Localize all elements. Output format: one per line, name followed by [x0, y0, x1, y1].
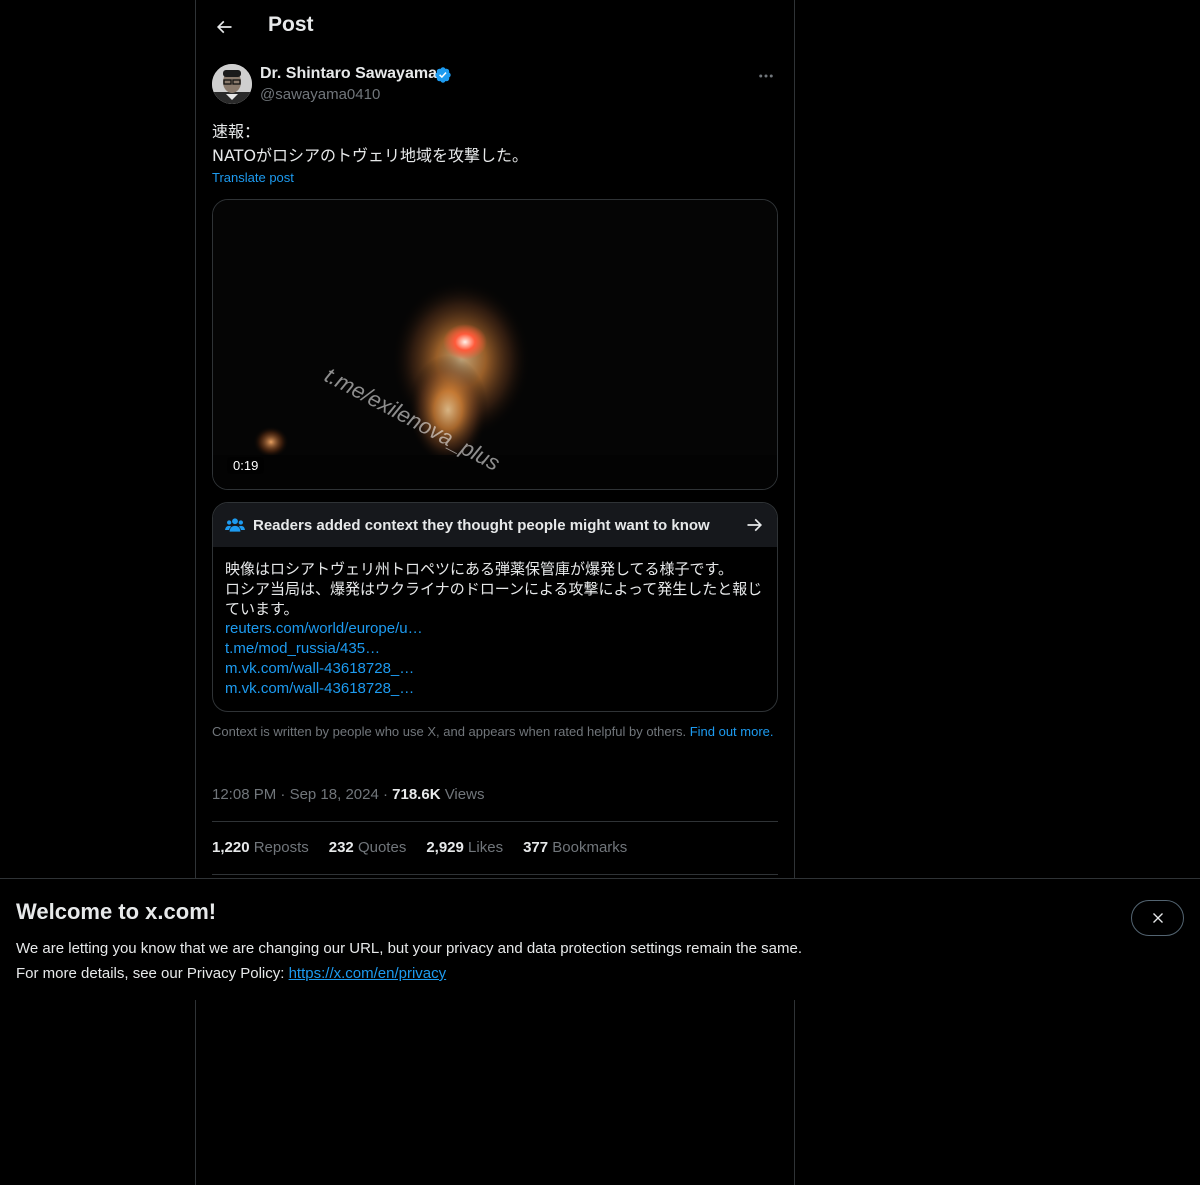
- author-handle[interactable]: @sawayama0410: [260, 86, 380, 103]
- main-column: Post Dr. Shintaro Sawayama @sawayama0410: [195, 0, 795, 1185]
- post-text-line: NATOがロシアのトヴェリ地域を攻撃した。: [212, 146, 529, 165]
- reposts-stat[interactable]: 1,220 Reposts: [212, 839, 309, 856]
- stat-count: 232: [328, 839, 354, 856]
- more-icon: [759, 74, 773, 78]
- verified-badge-icon: [435, 67, 451, 83]
- arrow-left-icon: [216, 20, 232, 34]
- source-link[interactable]: t.me/mod_russia/435…: [225, 639, 767, 659]
- quotes-stat[interactable]: 232 Quotes: [329, 839, 407, 856]
- community-note-footer: Context is written by people who use X, …: [212, 724, 778, 740]
- divider: [212, 874, 778, 875]
- top-bar: Post: [196, 0, 794, 54]
- author-name[interactable]: Dr. Shintaro Sawayama: [260, 65, 437, 83]
- community-note-text: 映像はロシアトヴェリ州トロペツにある弾薬保管庫が爆発してる様子です。: [225, 560, 734, 578]
- community-note-header[interactable]: Readers added context they thought peopl…: [213, 503, 777, 547]
- community-note-footer-text: Context is written by people who use X, …: [212, 724, 687, 739]
- translate-post-link[interactable]: Translate post: [212, 170, 294, 185]
- stat-label: Reposts: [253, 839, 309, 856]
- post-meta: 12:08 PM · Sep 18, 2024 · 718.6K Views: [212, 786, 484, 803]
- arrow-right-icon: [747, 518, 763, 532]
- stat-count: 377: [523, 839, 549, 856]
- stat-count: 1,220: [212, 839, 250, 856]
- welcome-banner: Welcome to x.com! We are letting you kno…: [0, 878, 1200, 1000]
- post-date[interactable]: Sep 18, 2024: [290, 786, 379, 803]
- source-link[interactable]: m.vk.com/wall-43618728_…: [225, 659, 767, 679]
- community-note-body: 映像はロシアトヴェリ州トロペツにある弾薬保管庫が爆発してる様子です。 ロシア当局…: [225, 559, 767, 699]
- stat-label: Quotes: [357, 839, 407, 856]
- banner-line-prefix: For more details, see our Privacy Policy…: [16, 965, 289, 982]
- more-options-button[interactable]: [754, 64, 778, 88]
- community-note: Readers added context they thought peopl…: [212, 502, 778, 712]
- video-frame: t.me/exilenova_plus: [213, 200, 777, 489]
- page-title: Post: [268, 13, 314, 36]
- post-time[interactable]: 12:08 PM: [212, 786, 276, 803]
- views-label: Views: [444, 786, 485, 803]
- source-link[interactable]: m.vk.com/wall-43618728_…: [225, 679, 767, 699]
- privacy-policy-link[interactable]: https://x.com/en/privacy: [289, 965, 447, 982]
- post-author: Dr. Shintaro Sawayama @sawayama0410: [212, 64, 778, 108]
- banner-close-button[interactable]: [1131, 900, 1184, 936]
- source-link[interactable]: reuters.com/world/europe/u…: [225, 619, 767, 639]
- avatar[interactable]: [212, 64, 252, 104]
- people-icon: [225, 518, 245, 532]
- stat-label: Bookmarks: [552, 839, 628, 856]
- find-out-more-link[interactable]: Find out more.: [690, 724, 774, 739]
- post-text: 速報： NATOがロシアのトヴェリ地域を攻撃した。: [212, 120, 778, 168]
- community-note-title: Readers added context they thought peopl…: [253, 517, 710, 534]
- post-video[interactable]: t.me/exilenova_plus 0:19: [212, 199, 778, 490]
- likes-stat[interactable]: 2,929 Likes: [426, 839, 503, 856]
- banner-line: We are letting you know that we are chan…: [16, 940, 802, 957]
- bookmarks-stat[interactable]: 377 Bookmarks: [523, 839, 627, 856]
- video-duration: 0:19: [227, 457, 265, 474]
- banner-title: Welcome to x.com!: [16, 899, 217, 924]
- post-text-line: 速報：: [212, 122, 261, 141]
- stat-label: Likes: [468, 839, 504, 856]
- banner-line-2: For more details, see our Privacy Policy…: [16, 961, 802, 986]
- divider: [212, 821, 778, 822]
- meta-separator: ·: [382, 786, 388, 803]
- community-note-text: ロシア当局は、爆発はウクライナのドローンによる攻撃によって発生したと報じています…: [225, 580, 763, 618]
- close-icon: [1152, 913, 1163, 923]
- stat-count: 2,929: [426, 839, 464, 856]
- engagement-stats: 1,220 Reposts 232 Quotes 2,929 Likes 377…: [212, 839, 627, 856]
- meta-separator: ·: [280, 786, 286, 803]
- views-count: 718.6K: [392, 786, 441, 803]
- banner-text: We are letting you know that we are chan…: [16, 936, 802, 986]
- back-button[interactable]: [210, 13, 238, 41]
